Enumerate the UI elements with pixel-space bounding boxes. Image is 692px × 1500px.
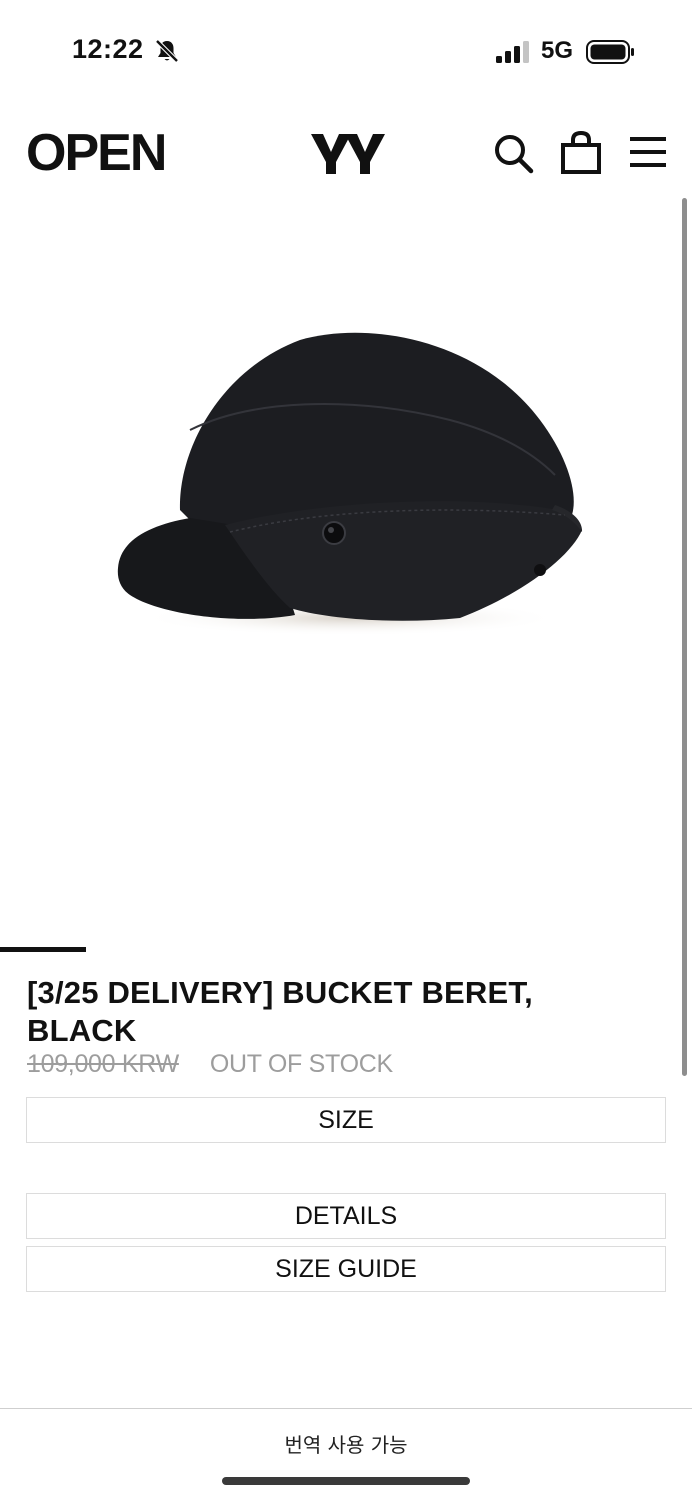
- shopping-bag-icon[interactable]: [560, 130, 602, 174]
- battery-icon: [586, 40, 634, 64]
- network-label: 5G: [541, 37, 574, 64]
- product-image[interactable]: [100, 300, 600, 660]
- search-icon[interactable]: [492, 132, 534, 174]
- details-button[interactable]: DETAILS: [26, 1193, 666, 1239]
- size-guide-button[interactable]: SIZE GUIDE: [26, 1246, 666, 1292]
- bell-slash-icon: [155, 39, 179, 63]
- yy-logo[interactable]: [309, 130, 387, 176]
- scrollbar[interactable]: [682, 198, 687, 1076]
- signal-icon: [496, 41, 529, 63]
- status-bar: 12:22 5G: [0, 0, 692, 100]
- translate-available-link[interactable]: 번역 사용 가능: [0, 1429, 692, 1458]
- status-time: 12:22: [72, 34, 144, 64]
- open-logo[interactable]: OPEN: [26, 130, 194, 176]
- product-price: 109,000 KRW: [27, 1050, 179, 1078]
- site-header: OPEN: [0, 112, 692, 192]
- price-row: 109,000 KRW OUT OF STOCK: [27, 1050, 393, 1079]
- gallery-indicator: [0, 947, 86, 952]
- stock-status: OUT OF STOCK: [209, 1050, 393, 1078]
- menu-icon[interactable]: [628, 134, 668, 170]
- translate-bar: 번역 사용 가능: [0, 1408, 692, 1500]
- home-indicator[interactable]: [222, 1477, 470, 1485]
- product-title: [3/25 DELIVERY] BUCKET BERET, BLACK: [27, 975, 533, 1048]
- open-logo-text: OPEN: [26, 130, 165, 176]
- size-selector[interactable]: SIZE: [26, 1097, 666, 1143]
